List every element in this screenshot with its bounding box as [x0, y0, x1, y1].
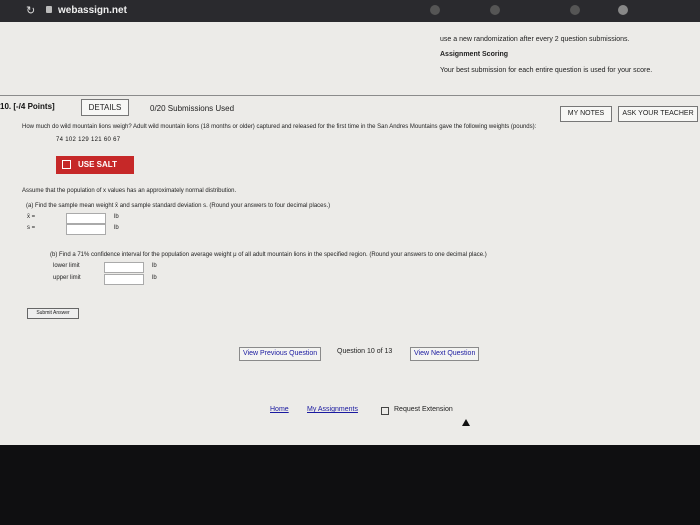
extension-icon[interactable]	[430, 5, 440, 15]
question-position: Question 10 of 13	[337, 348, 393, 355]
question-number: 10. [-/4 Points]	[0, 102, 55, 111]
s-input[interactable]	[66, 224, 106, 235]
profile-icon[interactable]	[618, 5, 628, 15]
upper-limit-label: upper limit	[53, 275, 81, 281]
webassign-page: use a new randomization after every 2 qu…	[0, 22, 700, 445]
question-header: 10. [-/4 Points] DETAILS 0/20 Submission…	[0, 96, 700, 122]
details-button[interactable]: DETAILS	[81, 99, 129, 116]
xbar-unit: lb	[114, 214, 119, 220]
s-label: s =	[27, 225, 36, 231]
assignment-info: use a new randomization after every 2 qu…	[440, 34, 688, 76]
browser-toolbar: ↻ webassign.net	[0, 0, 700, 22]
address-bar-url[interactable]: webassign.net	[58, 5, 127, 16]
upper-limit-input[interactable]	[104, 274, 144, 285]
lock-icon	[46, 6, 52, 13]
s-unit: lb	[114, 225, 119, 231]
my-assignments-link[interactable]: My Assignments	[307, 406, 358, 413]
request-extension-icon[interactable]	[381, 407, 389, 415]
lower-limit-label: lower limit	[53, 263, 80, 269]
randomization-note: use a new randomization after every 2 qu…	[440, 36, 630, 43]
reload-icon[interactable]: ↻	[26, 4, 35, 17]
lower-limit-input[interactable]	[104, 262, 144, 273]
weights-data: 74 102 129 121 60 67	[56, 137, 121, 143]
upper-limit-unit: lb	[152, 275, 157, 281]
submissions-used: 0/20 Submissions Used	[150, 104, 235, 113]
view-next-question-button[interactable]: View Next Question	[410, 347, 480, 361]
assumption-text: Assume that the population of x values h…	[22, 188, 237, 194]
lower-limit-unit: lb	[152, 263, 157, 269]
scoring-note: Your best submission for each entire que…	[440, 67, 653, 74]
part-b-prompt: (b) Find a 71% confidence interval for t…	[50, 252, 487, 258]
question-text: How much do wild mountain lions weigh? A…	[22, 124, 537, 130]
my-notes-button[interactable]: MY NOTES	[560, 106, 612, 122]
submit-answer-button[interactable]: Submit Answer	[27, 308, 79, 319]
view-previous-question-button[interactable]: View Previous Question	[239, 347, 322, 361]
use-salt-label: USE SALT	[78, 160, 117, 169]
use-salt-button[interactable]: USE SALT	[56, 156, 134, 174]
extension-icon[interactable]	[570, 5, 580, 15]
screen-bezel	[0, 445, 700, 525]
xbar-label: x̄ =	[27, 214, 36, 220]
salt-icon	[62, 160, 71, 169]
extension-icon[interactable]	[490, 5, 500, 15]
mouse-cursor	[462, 419, 470, 426]
part-a-prompt: (a) Find the sample mean weight x̄ and s…	[26, 203, 331, 209]
home-link[interactable]: Home	[270, 406, 289, 413]
assignment-scoring-heading: Assignment Scoring	[440, 51, 509, 58]
xbar-input[interactable]	[66, 213, 106, 224]
request-extension-link[interactable]: Request Extension	[394, 406, 453, 413]
ask-teacher-button[interactable]: ASK YOUR TEACHER	[618, 106, 698, 122]
